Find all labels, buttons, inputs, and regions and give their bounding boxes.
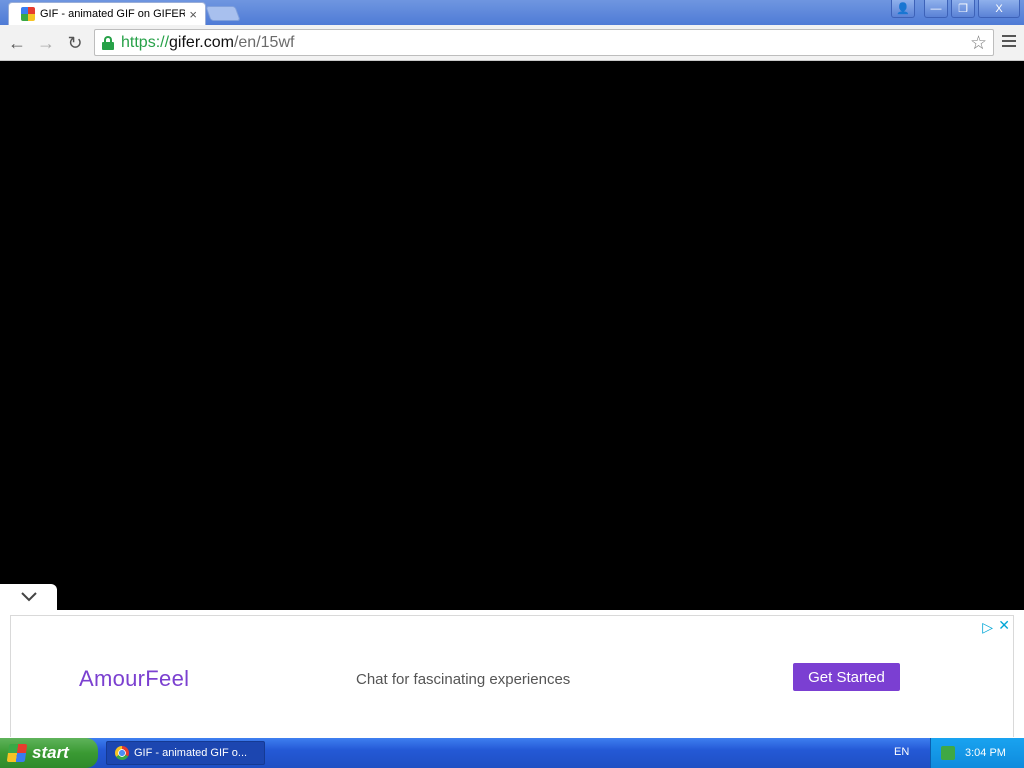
system-tray: 3:04 PM bbox=[930, 738, 1024, 768]
minimize-button[interactable]: — bbox=[924, 0, 948, 18]
start-button[interactable]: start bbox=[0, 738, 98, 768]
menu-icon[interactable] bbox=[1002, 35, 1016, 50]
tab-title: GIF - animated GIF on GIFER bbox=[40, 8, 186, 20]
ad-brand[interactable]: AmourFeel bbox=[79, 666, 189, 692]
page-content: AmourFeel Chat for fascinating experienc… bbox=[0, 61, 1024, 738]
lock-icon bbox=[101, 35, 115, 50]
chevron-down-icon bbox=[20, 592, 37, 602]
back-button[interactable]: ← bbox=[5, 31, 29, 55]
taskbar-item-browser[interactable]: GIF - animated GIF o... bbox=[106, 741, 265, 765]
window-controls: 👤 — ❐ X bbox=[891, 0, 1020, 18]
restore-button[interactable]: ❐ bbox=[951, 0, 975, 18]
chrome-icon bbox=[115, 746, 129, 760]
reload-button[interactable]: ↻ bbox=[63, 31, 87, 55]
get-started-button[interactable]: Get Started bbox=[793, 663, 900, 691]
url-scheme: https:// bbox=[121, 33, 170, 51]
windows-logo-icon bbox=[6, 744, 28, 762]
ad-collapse-button[interactable] bbox=[0, 584, 57, 610]
url-host: gifer.com bbox=[169, 33, 234, 51]
taskbar: start GIF - animated GIF o... EN 3:04 PM bbox=[0, 738, 1024, 768]
ad-tagline: Chat for fascinating experiences bbox=[356, 671, 571, 688]
clock[interactable]: 3:04 PM bbox=[965, 747, 1006, 759]
new-tab-button[interactable] bbox=[205, 6, 241, 21]
url-text[interactable]: https://gifer.com/en/15wf bbox=[121, 34, 294, 52]
bookmark-star-icon[interactable]: ☆ bbox=[970, 32, 987, 55]
title-bar: GIF - animated GIF on GIFER × 👤 — ❐ X bbox=[0, 0, 1024, 25]
forward-button[interactable]: → bbox=[34, 31, 58, 55]
ad-frame: AmourFeel Chat for fascinating experienc… bbox=[10, 615, 1014, 737]
browser-toolbar: ← → ↻ https://gifer.com/en/15wf ☆ bbox=[0, 25, 1024, 61]
close-window-button[interactable]: X bbox=[978, 0, 1020, 18]
language-indicator[interactable]: EN bbox=[894, 746, 909, 758]
tab-close-icon[interactable]: × bbox=[189, 7, 197, 22]
taskbar-item-label: GIF - animated GIF o... bbox=[134, 747, 248, 759]
start-label: start bbox=[32, 743, 69, 762]
browser-tab[interactable]: GIF - animated GIF on GIFER × bbox=[8, 2, 206, 25]
network-icon[interactable] bbox=[941, 746, 955, 760]
address-bar[interactable]: https://gifer.com/en/15wf ☆ bbox=[94, 29, 994, 56]
ad-close-icon[interactable]: ✕ bbox=[998, 617, 1010, 634]
adchoices-icon[interactable]: ▷ bbox=[982, 619, 993, 636]
ad-banner: AmourFeel Chat for fascinating experienc… bbox=[0, 610, 1024, 738]
url-path: /en/15wf bbox=[233, 33, 295, 51]
user-profile-icon[interactable]: 👤 bbox=[891, 0, 915, 18]
gifer-favicon-icon bbox=[21, 7, 35, 21]
